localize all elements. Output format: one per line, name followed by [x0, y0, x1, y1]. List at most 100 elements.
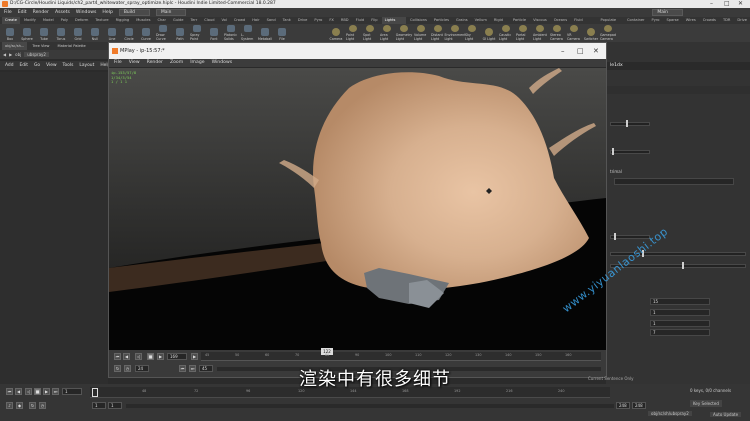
- shelf-tab[interactable]: Hair: [249, 17, 262, 24]
- tl-play-back-icon[interactable]: ◁: [25, 388, 32, 395]
- shelf-tab[interactable]: Pyro: [311, 17, 325, 24]
- slider-handle[interactable]: [614, 233, 616, 240]
- stop-icon[interactable]: ■: [147, 353, 154, 360]
- tl-path-chip[interactable]: obj/sc/sh/ubspray2: [648, 411, 692, 416]
- param-value-field[interactable]: 1: [650, 320, 710, 327]
- shelf-tab[interactable]: Sparse Pyro: [663, 17, 681, 29]
- shelf-tab[interactable]: FX: [326, 17, 337, 24]
- shelf-tab[interactable]: Viscous Fluids: [530, 17, 550, 29]
- shelf-tab[interactable]: Cloud: [201, 17, 217, 24]
- close-icon[interactable]: ✕: [738, 0, 743, 8]
- net-menu-layout[interactable]: Layout: [79, 63, 94, 68]
- tl-start2-field[interactable]: 1: [108, 402, 122, 409]
- tool-line[interactable]: Line: [105, 25, 119, 42]
- shelf-tab[interactable]: Terr: [188, 17, 201, 24]
- shelf-tab[interactable]: Char: [155, 17, 169, 24]
- shelf-tab[interactable]: Drive Sim: [734, 17, 750, 29]
- slider-handle[interactable]: [682, 262, 684, 269]
- tl-end2-field[interactable]: 248: [632, 402, 646, 409]
- menu-file[interactable]: File: [4, 10, 12, 15]
- shelf-tab[interactable]: RBD: [338, 17, 352, 24]
- right-desktop-select[interactable]: Main: [652, 9, 683, 16]
- shelf-tab[interactable]: Vol: [218, 17, 229, 24]
- menu-render[interactable]: Render: [33, 10, 49, 15]
- mplay-close-icon[interactable]: ✕: [593, 43, 599, 59]
- path-node[interactable]: ubspray2: [24, 52, 49, 57]
- net-menu-view[interactable]: View: [46, 63, 56, 68]
- slider-handle[interactable]: [626, 120, 628, 127]
- mplay-menu-zoom[interactable]: Zoom: [170, 59, 183, 67]
- tool-lsystem[interactable]: L-System: [241, 25, 255, 42]
- tl-loop-icon[interactable]: ↻: [29, 402, 36, 409]
- param-slider[interactable]: [610, 150, 650, 154]
- param-value-field[interactable]: 7: [650, 329, 710, 336]
- shelf-tab[interactable]: Tank: [280, 17, 294, 24]
- tl-prev-frame-icon[interactable]: ◀: [15, 388, 22, 395]
- next-frame-icon[interactable]: ▶: [191, 353, 198, 360]
- tool-box[interactable]: Box: [3, 25, 17, 42]
- shelf-tab[interactable]: Wires: [683, 17, 699, 24]
- tool-spot-light[interactable]: Spot Light: [363, 25, 377, 42]
- tool-area-light[interactable]: Area Light: [380, 25, 394, 42]
- shelf-tab[interactable]: Crowd: [231, 17, 248, 24]
- shelf-tab[interactable]: Create: [2, 17, 20, 24]
- shelf-tab[interactable]: Particles: [431, 17, 452, 24]
- frame-field[interactable]: 169: [167, 353, 187, 360]
- tool-geometry-light[interactable]: Geometry Light: [396, 25, 412, 42]
- tl-range-slider[interactable]: [126, 404, 614, 408]
- shelf-tab[interactable]: Grains: [453, 17, 471, 24]
- tool-spray-paint[interactable]: Spray Paint: [190, 25, 204, 42]
- slider-handle[interactable]: [612, 148, 614, 155]
- shelf-tab-lights[interactable]: Lights and Cameras: [381, 17, 406, 36]
- tool-circle[interactable]: Circle: [122, 25, 136, 42]
- shelf-tab[interactable]: Pyro FX: [649, 17, 663, 29]
- start-frame-field[interactable]: 24: [135, 365, 149, 372]
- prev-frame-icon[interactable]: ◀: [123, 353, 130, 360]
- shelf-tab[interactable]: Rigging: [113, 17, 133, 24]
- tl-start-field[interactable]: 1: [92, 402, 106, 409]
- play-icon[interactable]: ▶: [157, 353, 164, 360]
- menu-assets[interactable]: Assets: [55, 10, 70, 15]
- tool-stereo-camera[interactable]: Stereo Camera: [550, 25, 564, 42]
- tool-font[interactable]: Font: [207, 25, 221, 42]
- tool-gi-light[interactable]: GI Light: [482, 25, 496, 42]
- desktop-build-select[interactable]: Build: [118, 9, 150, 16]
- mplay-menu-render[interactable]: Render: [147, 59, 163, 67]
- tool-tube[interactable]: Tube: [37, 25, 51, 42]
- mplay-menu-view[interactable]: View: [129, 59, 140, 67]
- shelf-tab[interactable]: Texture: [92, 17, 111, 24]
- tool-portal-light[interactable]: Portal Light: [516, 25, 530, 42]
- tl-end-field[interactable]: 248: [616, 402, 630, 409]
- back-arrow-icon[interactable]: ◀: [3, 52, 6, 57]
- maximize-icon[interactable]: □: [724, 0, 730, 8]
- shelf-tab[interactable]: Oceans: [551, 17, 570, 24]
- mplay-minimize-icon[interactable]: –: [561, 43, 565, 59]
- net-menu-go[interactable]: Go: [34, 63, 40, 68]
- minimize-icon[interactable]: –: [710, 0, 713, 8]
- range-next-icon[interactable]: ⏭: [189, 365, 196, 372]
- shelf-tab[interactable]: TDR: [720, 17, 733, 24]
- net-menu-edit[interactable]: Edit: [20, 63, 29, 68]
- tool-path[interactable]: Path: [173, 25, 187, 42]
- loop-icon[interactable]: ↻: [114, 365, 121, 372]
- tl-play-icon[interactable]: ▶: [43, 388, 50, 395]
- left-tab[interactable]: Tree View: [29, 42, 52, 50]
- tl-audio-icon[interactable]: ♪: [6, 402, 13, 409]
- tool-draw-curve[interactable]: Draw Curve: [156, 25, 170, 42]
- tool-vr-camera[interactable]: VR Camera: [567, 25, 581, 42]
- mplay-menu-image[interactable]: Image: [190, 59, 204, 67]
- shelf-tab[interactable]: Fluid: [353, 17, 368, 24]
- shelf-tab[interactable]: Poly: [58, 17, 71, 24]
- param-value-field[interactable]: 1: [650, 309, 710, 316]
- desktop-main-select[interactable]: Main: [155, 9, 187, 16]
- menu-help[interactable]: Help: [102, 10, 112, 15]
- left-tab[interactable]: obj/sc/sh...: [2, 42, 28, 50]
- tool-platonic[interactable]: Platonic Solids: [224, 25, 238, 42]
- param-slider[interactable]: [610, 122, 650, 126]
- param-value-field[interactable]: 15: [650, 298, 710, 305]
- shelf-tab[interactable]: Modify: [21, 17, 39, 24]
- network-editor[interactable]: [0, 72, 108, 384]
- tool-sky-light[interactable]: Sky Light: [465, 25, 479, 42]
- tl-frame-field[interactable]: 1: [62, 388, 82, 395]
- path-segment[interactable]: obj: [15, 52, 21, 57]
